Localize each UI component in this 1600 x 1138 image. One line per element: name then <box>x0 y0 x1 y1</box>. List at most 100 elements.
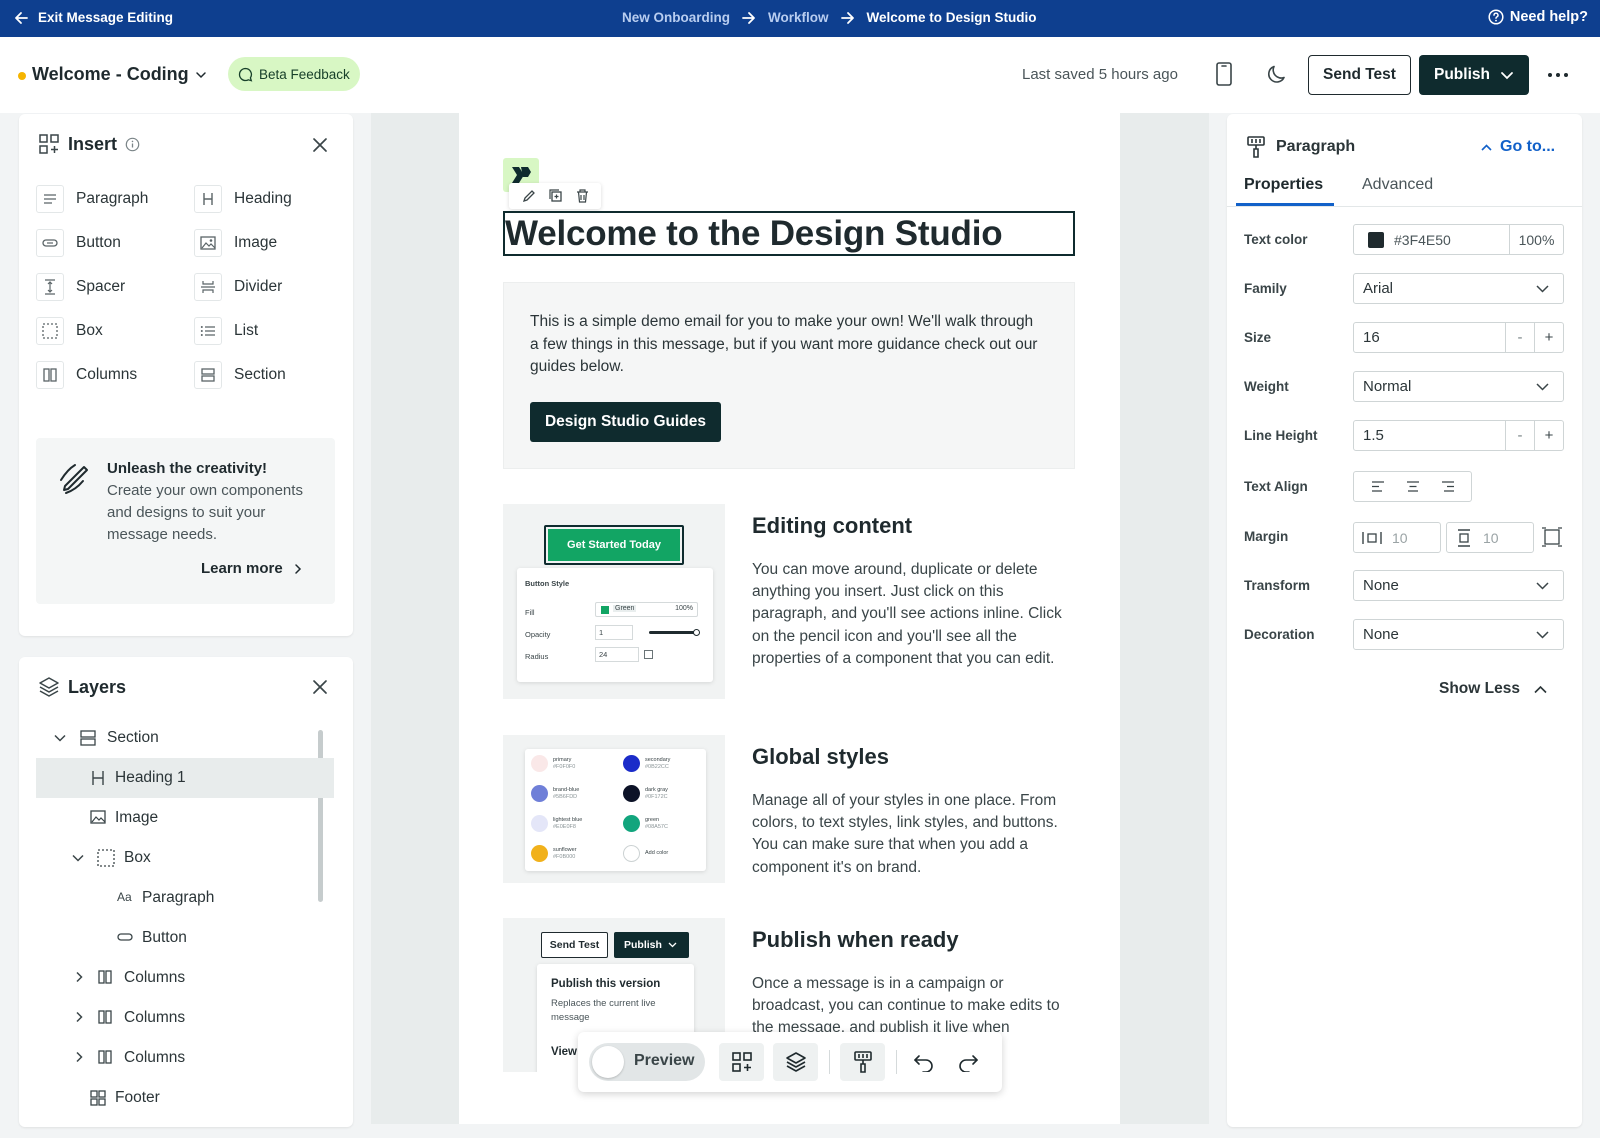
section-body-editing[interactable]: You can move around, duplicate or delete… <box>752 559 1077 670</box>
insert-paragraph[interactable]: Paragraph <box>36 185 148 213</box>
pencil-icon[interactable] <box>522 189 536 203</box>
family-select[interactable]: Arial <box>1353 273 1564 304</box>
style-panel-toggle[interactable] <box>840 1043 885 1081</box>
line-height-increment[interactable]: + <box>1534 421 1563 450</box>
layer-section[interactable]: Section <box>36 718 334 758</box>
decoration-select[interactable]: None <box>1353 619 1564 650</box>
redo-icon[interactable] <box>957 1052 979 1072</box>
align-left-icon[interactable] <box>1371 481 1385 492</box>
weight-select[interactable]: Normal <box>1353 371 1564 402</box>
layer-paragraph[interactable]: Aa Paragraph <box>36 878 334 918</box>
color-swatch[interactable] <box>1368 231 1384 248</box>
dark-mode-button[interactable] <box>1262 59 1292 89</box>
layer-columns[interactable]: Columns <box>36 1038 334 1078</box>
margin-horizontal-field[interactable]: 10 <box>1353 522 1441 553</box>
line-height-decrement[interactable]: - <box>1505 421 1534 450</box>
trash-icon[interactable] <box>576 189 589 203</box>
goto-link[interactable]: Go to... <box>1481 138 1555 156</box>
transform-select[interactable]: None <box>1353 570 1564 601</box>
breadcrumb-item-campaign[interactable]: New Onboarding <box>622 10 730 25</box>
margin-vertical-field[interactable]: 10 <box>1446 522 1534 553</box>
preview-toggle[interactable]: Preview <box>589 1043 705 1081</box>
insert-heading[interactable]: Heading <box>194 185 292 213</box>
learn-more-link[interactable]: Learn more <box>201 560 303 577</box>
insert-columns[interactable]: Columns <box>36 361 137 389</box>
swatch-hex: #08A57C <box>645 823 668 830</box>
transform-value: None <box>1363 577 1399 594</box>
thumb-menu-view: View <box>551 1046 577 1058</box>
insert-image[interactable]: Image <box>194 229 277 257</box>
chevron-right-icon[interactable] <box>74 1011 84 1023</box>
section-title-editing[interactable]: Editing content <box>752 513 912 539</box>
size-decrement[interactable]: - <box>1505 323 1534 352</box>
editing-content-image[interactable]: Get Started Today Button Style Fill Gree… <box>503 504 725 699</box>
layer-columns[interactable]: Columns <box>36 958 334 998</box>
guides-button[interactable]: Design Studio Guides <box>530 402 721 442</box>
layers-panel-toggle[interactable] <box>773 1043 818 1081</box>
heading-selection-outline[interactable]: Welcome to the Design Studio <box>503 211 1075 256</box>
swatch-circle <box>531 845 548 862</box>
line-height-value[interactable]: 1.5 <box>1354 427 1505 444</box>
breadcrumb-item-workflow[interactable]: Workflow <box>768 10 829 25</box>
section-title-global[interactable]: Global styles <box>752 744 889 770</box>
show-less-button[interactable]: Show Less <box>1439 680 1547 698</box>
section-title-publish[interactable]: Publish when ready <box>752 927 959 953</box>
tab-advanced[interactable]: Advanced <box>1362 176 1433 194</box>
intro-box[interactable]: This is a simple demo email for you to m… <box>503 282 1075 469</box>
insert-section[interactable]: Section <box>194 361 286 389</box>
image-icon <box>194 229 222 257</box>
align-center-icon[interactable] <box>1406 481 1420 492</box>
close-layers-panel-icon[interactable] <box>310 677 330 697</box>
promo-card: Unleash the creativity! Create your own … <box>36 438 335 604</box>
chevron-down-icon[interactable] <box>72 853 84 863</box>
layer-image[interactable]: Image <box>36 798 334 838</box>
email-heading[interactable]: Welcome to the Design Studio <box>505 214 1003 254</box>
insert-panel-toggle[interactable] <box>719 1043 764 1081</box>
exit-editing-link[interactable]: Exit Message Editing <box>14 10 173 25</box>
duplicate-icon[interactable] <box>548 189 563 203</box>
layer-footer[interactable]: Footer <box>36 1078 334 1118</box>
align-right-icon[interactable] <box>1441 481 1455 492</box>
tab-properties[interactable]: Properties <box>1244 176 1323 194</box>
swatch-name: brand-blue <box>553 786 580 793</box>
thumb-fill-pct: 100% <box>675 605 693 612</box>
more-options-button[interactable] <box>1548 73 1568 77</box>
close-insert-panel-icon[interactable] <box>310 135 330 155</box>
layer-box[interactable]: Box <box>36 838 334 878</box>
intro-paragraph[interactable]: This is a simple demo email for you to m… <box>530 311 1040 379</box>
thumb-slider-handle <box>693 629 700 636</box>
help-link[interactable]: Need help? <box>1488 9 1588 25</box>
thumb-swatch-card: primary #F0F0F0 secondary #0B22CC brand-blue… <box>525 749 706 871</box>
text-color-field[interactable]: #3F4E50 100% <box>1353 224 1564 255</box>
insert-spacer[interactable]: Spacer <box>36 273 125 301</box>
insert-list[interactable]: List <box>194 317 258 345</box>
layer-heading-1[interactable]: Heading 1 <box>36 758 334 798</box>
layer-button[interactable]: Button <box>36 918 334 958</box>
layer-columns[interactable]: Columns <box>36 998 334 1038</box>
undo-icon[interactable] <box>913 1052 935 1072</box>
size-increment[interactable]: + <box>1534 323 1563 352</box>
margin-all-sides-icon[interactable] <box>1541 527 1563 547</box>
section-body-publish[interactable]: Once a message is in a campaign or broad… <box>752 973 1077 1035</box>
swatch-text: green #08A57C <box>645 817 668 831</box>
insert-box[interactable]: Box <box>36 317 103 345</box>
arrow-right-icon <box>840 11 854 24</box>
beta-feedback-button[interactable]: Beta Feedback <box>228 57 360 91</box>
global-styles-image[interactable]: primary #F0F0F0 secondary #0B22CC brand-blue… <box>503 735 725 883</box>
insert-button[interactable]: Button <box>36 229 121 257</box>
size-stepper[interactable]: 16 - + <box>1353 322 1564 353</box>
mobile-preview-button[interactable] <box>1209 59 1239 89</box>
canvas-toolbar: Preview <box>578 1032 1002 1092</box>
line-height-stepper[interactable]: 1.5 - + <box>1353 420 1564 451</box>
publish-button[interactable]: Publish <box>1419 55 1529 95</box>
insert-divider[interactable]: Divider <box>194 273 282 301</box>
section-body-global[interactable]: Manage all of your styles in one place. … <box>752 790 1077 879</box>
message-name-dropdown[interactable]: Welcome - Coding <box>32 64 207 85</box>
text-color-opacity[interactable]: 100% <box>1509 225 1563 254</box>
chevron-right-icon[interactable] <box>74 971 84 983</box>
size-value[interactable]: 16 <box>1354 329 1505 346</box>
send-test-button[interactable]: Send Test <box>1308 55 1411 95</box>
chevron-right-icon[interactable] <box>74 1051 84 1063</box>
info-icon[interactable] <box>125 137 140 152</box>
chevron-down-icon[interactable] <box>54 733 66 743</box>
